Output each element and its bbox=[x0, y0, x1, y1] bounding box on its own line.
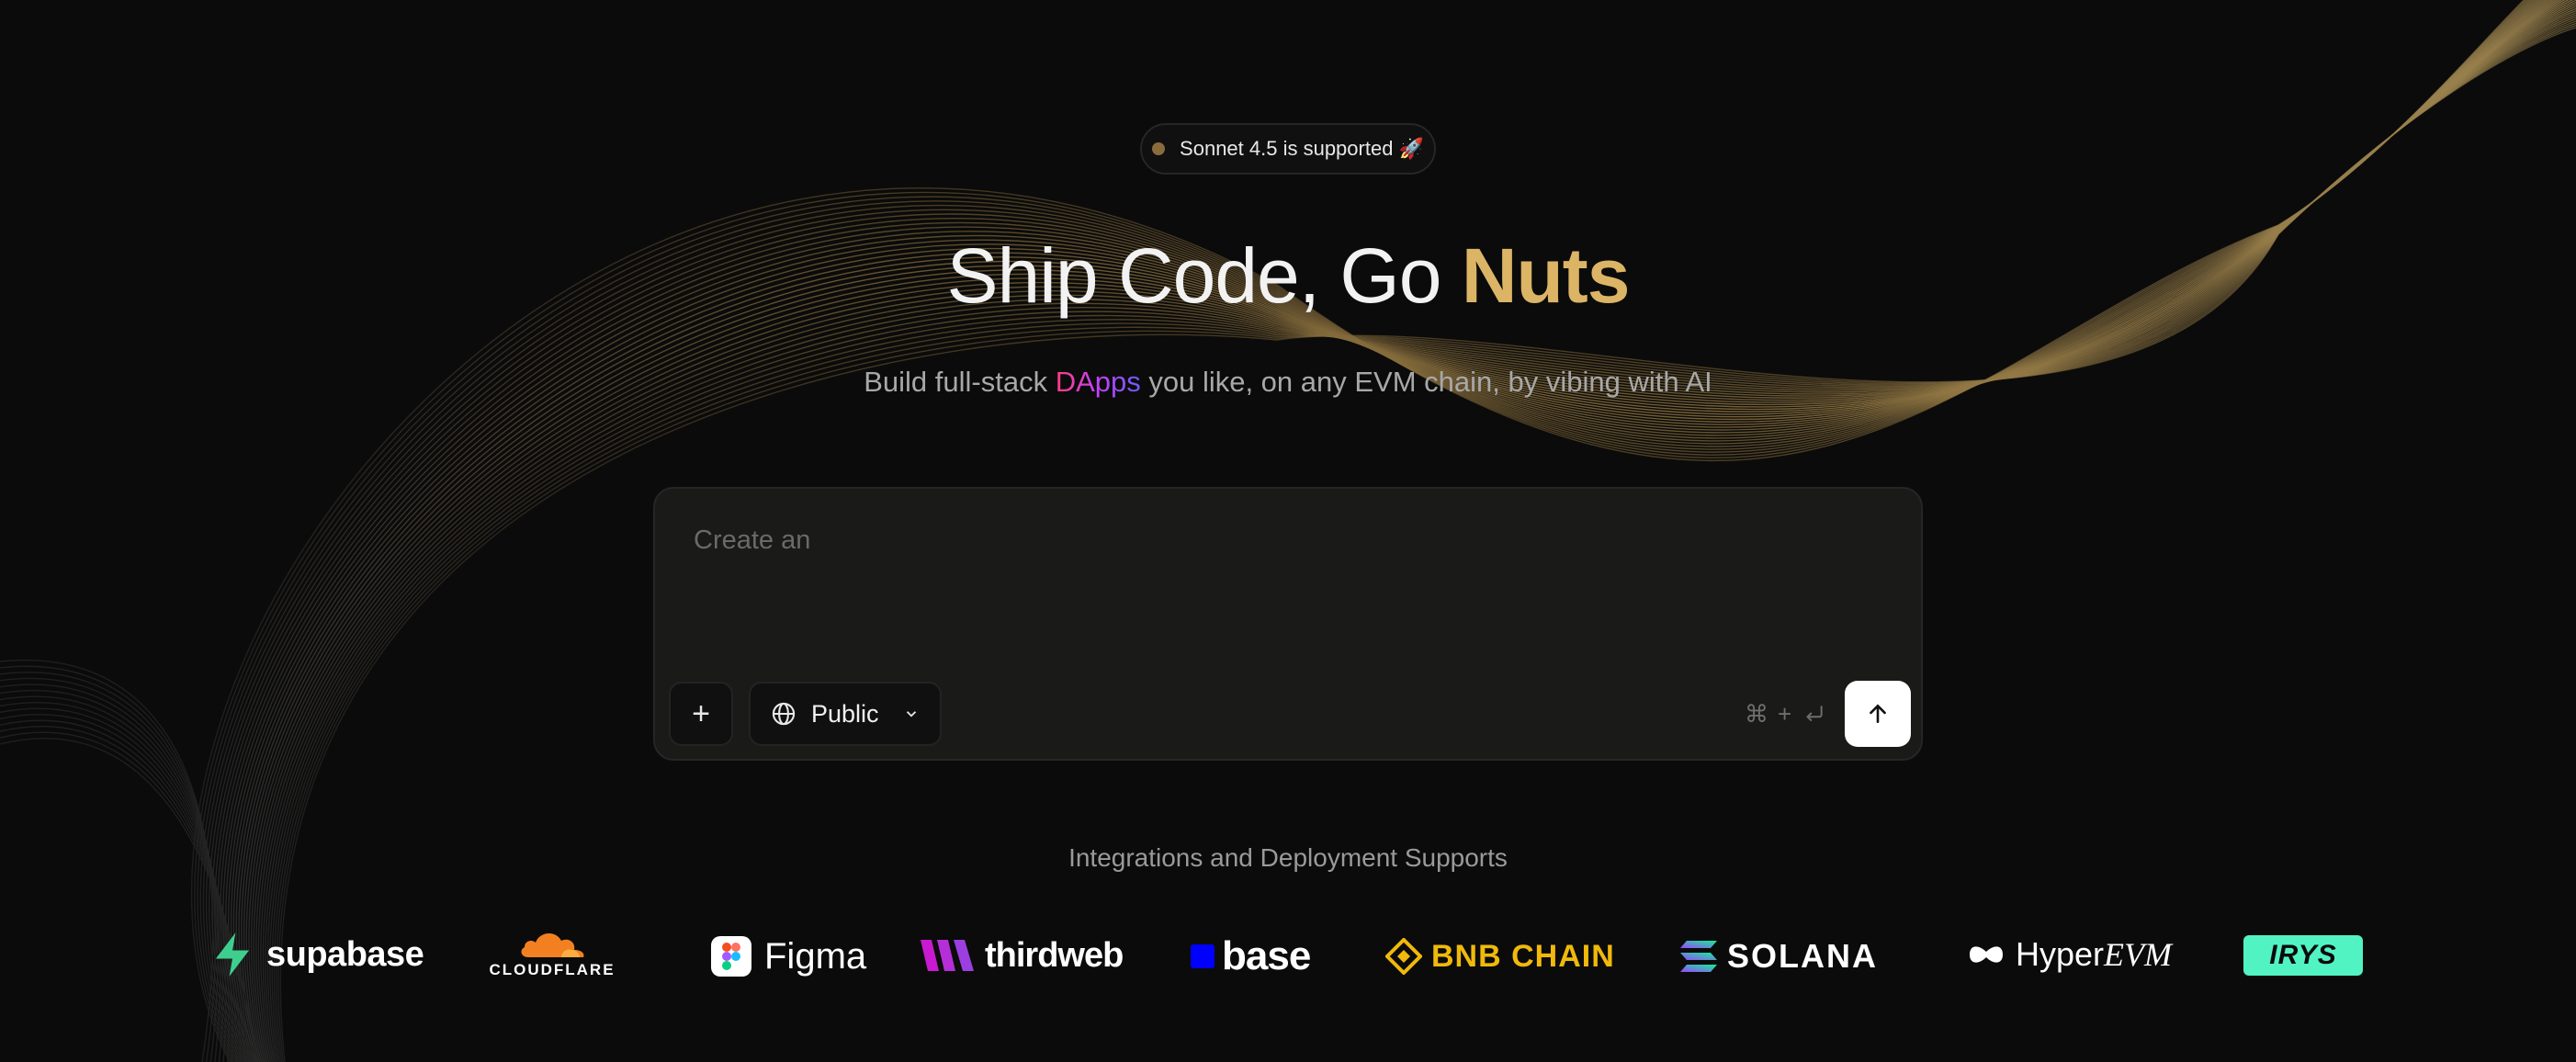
hyperevm-icon bbox=[1970, 946, 2003, 963]
subtitle-after: you like, on any EVM chain, by vibing wi… bbox=[1140, 366, 1712, 398]
shortcut-plus: + bbox=[1778, 699, 1792, 728]
cloudflare-cloud-icon bbox=[521, 932, 584, 957]
prompt-input[interactable] bbox=[694, 525, 1870, 636]
integrations-heading: Integrations and Deployment Supports bbox=[1068, 843, 1508, 872]
add-attachment-button[interactable]: + bbox=[669, 682, 733, 746]
arrow-up-icon bbox=[1870, 704, 1886, 723]
hyperevm-logo: HyperEVM bbox=[1966, 932, 2172, 977]
supabase-logo: supabase bbox=[211, 930, 424, 979]
send-button[interactable] bbox=[1845, 681, 1911, 747]
hero-title-main: Ship Code, Go bbox=[946, 232, 1462, 319]
wave-line bbox=[0, 714, 242, 1062]
hero-subtitle: Build full-stack DApps you like, on any … bbox=[0, 366, 2576, 399]
wave-line bbox=[0, 719, 245, 1062]
base-wordmark: base bbox=[1222, 933, 1311, 978]
bnb-icon bbox=[1385, 938, 1422, 975]
landing-page: Sonnet 4.5 is supported 🚀 Ship Code, Go … bbox=[0, 0, 2576, 1062]
hyperevm-wordmark: HyperEVM bbox=[2016, 935, 2172, 974]
base-logo: base bbox=[1191, 932, 1311, 981]
hero-title: Ship Code, Go Nuts bbox=[0, 232, 2576, 321]
thirdweb-icon bbox=[921, 940, 974, 971]
figma-icon bbox=[711, 936, 751, 977]
solana-wordmark: SOLANA bbox=[1727, 937, 1878, 975]
base-square-icon bbox=[1191, 944, 1215, 968]
subtitle-highlight: DApps bbox=[1055, 366, 1141, 398]
visibility-select[interactable]: Public bbox=[749, 682, 942, 746]
command-key: ⌘ bbox=[1745, 699, 1768, 728]
globe-icon bbox=[772, 702, 796, 726]
cloudflare-logo: CLOUDFLARE bbox=[483, 928, 621, 983]
submit-shortcut-hint: ⌘ + bbox=[1745, 693, 1826, 735]
supabase-bolt-icon bbox=[215, 932, 250, 977]
announcement-text: Sonnet 4.5 is supported 🚀 bbox=[1180, 137, 1424, 160]
chevron-down-icon bbox=[903, 706, 920, 722]
status-dot bbox=[1152, 142, 1166, 155]
visibility-label: Public bbox=[811, 699, 879, 728]
prompt-composer: + Public ⌘ + bbox=[653, 487, 1923, 761]
return-key-icon bbox=[1806, 706, 1823, 722]
figma-logo: Figma bbox=[711, 933, 866, 979]
hyperevm-text-main: Hyper bbox=[2016, 935, 2105, 973]
irys-logo: IRYS bbox=[2243, 935, 2363, 976]
hero-title-accent: Nuts bbox=[1461, 232, 1631, 319]
solana-icon bbox=[1680, 941, 1717, 972]
cloudflare-wordmark: CLOUDFLARE bbox=[489, 961, 616, 978]
wave-line bbox=[0, 684, 224, 1062]
thirdweb-wordmark: thirdweb bbox=[985, 935, 1124, 975]
plus-icon: + bbox=[692, 695, 710, 731]
announcement-badge[interactable]: Sonnet 4.5 is supported 🚀 bbox=[1140, 123, 1436, 175]
subtitle-before: Build full-stack bbox=[864, 366, 1056, 398]
supabase-wordmark: supabase bbox=[266, 934, 424, 974]
thirdweb-logo: thirdweb bbox=[921, 932, 1124, 979]
bnb-chain-wordmark: BNB CHAIN bbox=[1431, 938, 1615, 974]
figma-wordmark: Figma bbox=[764, 935, 867, 977]
hyperevm-text-italic: EVM bbox=[2104, 936, 2172, 973]
irys-wordmark: IRYS bbox=[2269, 940, 2337, 970]
solana-logo: SOLANA bbox=[1679, 933, 1878, 979]
bnb-chain-logo: BNB CHAIN bbox=[1385, 933, 1615, 979]
